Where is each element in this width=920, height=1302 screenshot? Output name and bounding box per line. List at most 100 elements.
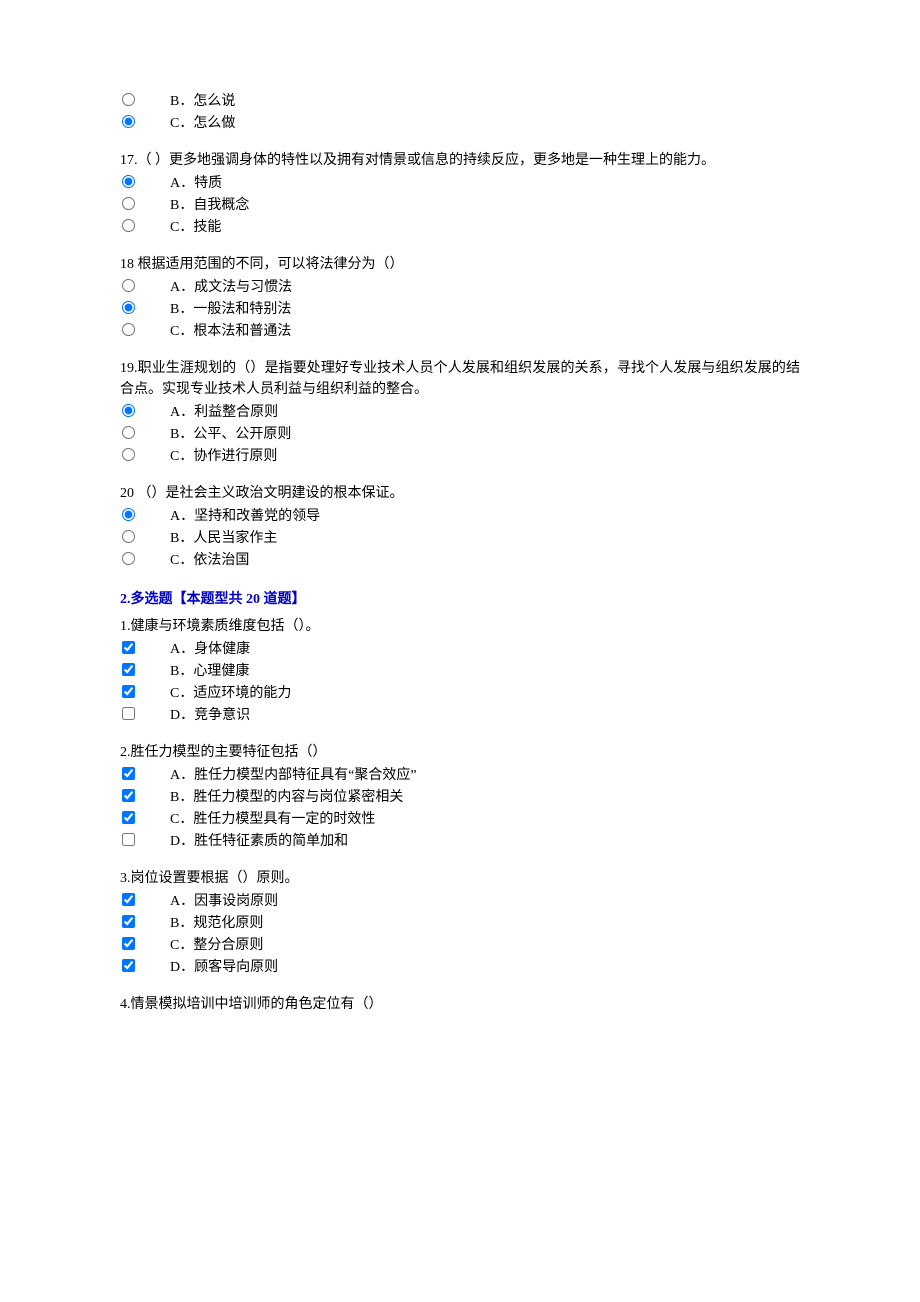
option-row: C．胜任力模型具有一定的时效性	[120, 809, 800, 830]
radio-q18-a[interactable]	[122, 279, 135, 292]
option-row: D．顾客导向原则	[120, 957, 800, 978]
check-cell	[120, 935, 170, 950]
radio-cell	[120, 173, 170, 188]
question-text: 4.情景模拟培训中培训师的角色定位有（）	[120, 994, 800, 1015]
option-row: D．胜任特征素质的简单加和	[120, 831, 800, 852]
checkbox-m3-c[interactable]	[122, 937, 135, 950]
radio-q16-b[interactable]	[122, 93, 135, 106]
option-label: B．公平、公开原则	[170, 424, 800, 445]
question-text: 17.（ ）更多地强调身体的特性以及拥有对情景或信息的持续反应，更多地是一种生理…	[120, 150, 800, 171]
radio-q17-c[interactable]	[122, 219, 135, 232]
radio-cell	[120, 424, 170, 439]
option-row: C．整分合原则	[120, 935, 800, 956]
checkbox-m3-d[interactable]	[122, 959, 135, 972]
check-cell	[120, 787, 170, 802]
option-row: C．适应环境的能力	[120, 683, 800, 704]
option-label: C．怎么做	[170, 113, 800, 134]
radio-cell	[120, 195, 170, 210]
radio-q20-c[interactable]	[122, 552, 135, 565]
option-row: C．协作进行原则	[120, 446, 800, 467]
question-text: 1.健康与环境素质维度包括（）。	[120, 616, 800, 637]
option-label: A．利益整合原则	[170, 402, 800, 423]
option-row: B．公平、公开原则	[120, 424, 800, 445]
radio-cell	[120, 299, 170, 314]
check-cell	[120, 639, 170, 654]
check-cell	[120, 683, 170, 698]
checkbox-m1-d[interactable]	[122, 707, 135, 720]
option-label: D．胜任特征素质的简单加和	[170, 831, 800, 852]
option-row: C．根本法和普通法	[120, 321, 800, 342]
option-label: C．依法治国	[170, 550, 800, 571]
option-row: A．胜任力模型内部特征具有“聚合效应”	[120, 765, 800, 786]
check-cell	[120, 809, 170, 824]
checkbox-m3-b[interactable]	[122, 915, 135, 928]
checkbox-m2-c[interactable]	[122, 811, 135, 824]
check-cell	[120, 913, 170, 928]
radio-q20-a[interactable]	[122, 508, 135, 521]
radio-cell	[120, 113, 170, 128]
option-label: A．因事设岗原则	[170, 891, 800, 912]
radio-cell	[120, 446, 170, 461]
radio-q19-c[interactable]	[122, 448, 135, 461]
check-cell	[120, 891, 170, 906]
question-20: 20 （）是社会主义政治文明建设的根本保证。 A．坚持和改善党的领导 B．人民当…	[120, 483, 800, 571]
question-18: 18 根据适用范围的不同，可以将法律分为（） A．成文法与习惯法 B．一般法和特…	[120, 254, 800, 342]
option-label: B．心理健康	[170, 661, 800, 682]
radio-cell	[120, 528, 170, 543]
option-row: D．竞争意识	[120, 705, 800, 726]
radio-q19-a[interactable]	[122, 404, 135, 417]
checkbox-m3-a[interactable]	[122, 893, 135, 906]
radio-cell	[120, 402, 170, 417]
radio-q17-a[interactable]	[122, 175, 135, 188]
option-row: A．成文法与习惯法	[120, 277, 800, 298]
radio-cell	[120, 506, 170, 521]
question-text: 2.胜任力模型的主要特征包括（）	[120, 742, 800, 763]
checkbox-m2-d[interactable]	[122, 833, 135, 846]
checkbox-m1-a[interactable]	[122, 641, 135, 654]
option-row: B．自我概念	[120, 195, 800, 216]
checkbox-m2-a[interactable]	[122, 767, 135, 780]
check-cell	[120, 661, 170, 676]
checkbox-m1-c[interactable]	[122, 685, 135, 698]
question-text: 19.职业生涯规划的（）是指要处理好专业技术人员个人发展和组织发展的关系，寻找个…	[120, 358, 800, 400]
option-label: B．怎么说	[170, 91, 800, 112]
section-title: 2.多选题【本题型共 20 道题】	[120, 589, 800, 610]
option-row: B．心理健康	[120, 661, 800, 682]
option-row: B．一般法和特别法	[120, 299, 800, 320]
option-row: B．胜任力模型的内容与岗位紧密相关	[120, 787, 800, 808]
option-label: D．竞争意识	[170, 705, 800, 726]
multi-question-4: 4.情景模拟培训中培训师的角色定位有（）	[120, 994, 800, 1015]
option-row: B．怎么说	[120, 91, 800, 112]
question-19: 19.职业生涯规划的（）是指要处理好专业技术人员个人发展和组织发展的关系，寻找个…	[120, 358, 800, 467]
option-row: C．依法治国	[120, 550, 800, 571]
radio-q18-c[interactable]	[122, 323, 135, 336]
question-text: 20 （）是社会主义政治文明建设的根本保证。	[120, 483, 800, 504]
option-label: C．整分合原则	[170, 935, 800, 956]
checkbox-m2-b[interactable]	[122, 789, 135, 802]
radio-q16-c[interactable]	[122, 115, 135, 128]
radio-q20-b[interactable]	[122, 530, 135, 543]
option-label: A．坚持和改善党的领导	[170, 506, 800, 527]
option-row: A．身体健康	[120, 639, 800, 660]
option-label: C．根本法和普通法	[170, 321, 800, 342]
question-text: 18 根据适用范围的不同，可以将法律分为（）	[120, 254, 800, 275]
option-label: A．胜任力模型内部特征具有“聚合效应”	[170, 765, 800, 786]
question-16: B．怎么说 C．怎么做	[120, 91, 800, 134]
option-label: C．胜任力模型具有一定的时效性	[170, 809, 800, 830]
radio-cell	[120, 91, 170, 106]
check-cell	[120, 705, 170, 720]
option-label: C．技能	[170, 217, 800, 238]
option-label: C．协作进行原则	[170, 446, 800, 467]
radio-q18-b[interactable]	[122, 301, 135, 314]
option-label: B．规范化原则	[170, 913, 800, 934]
radio-q17-b[interactable]	[122, 197, 135, 210]
multi-question-2: 2.胜任力模型的主要特征包括（） A．胜任力模型内部特征具有“聚合效应” B．胜…	[120, 742, 800, 852]
checkbox-m1-b[interactable]	[122, 663, 135, 676]
option-row: B．规范化原则	[120, 913, 800, 934]
option-row: C．怎么做	[120, 113, 800, 134]
check-cell	[120, 831, 170, 846]
option-label: A．身体健康	[170, 639, 800, 660]
option-label: D．顾客导向原则	[170, 957, 800, 978]
radio-q19-b[interactable]	[122, 426, 135, 439]
option-label: B．一般法和特别法	[170, 299, 800, 320]
